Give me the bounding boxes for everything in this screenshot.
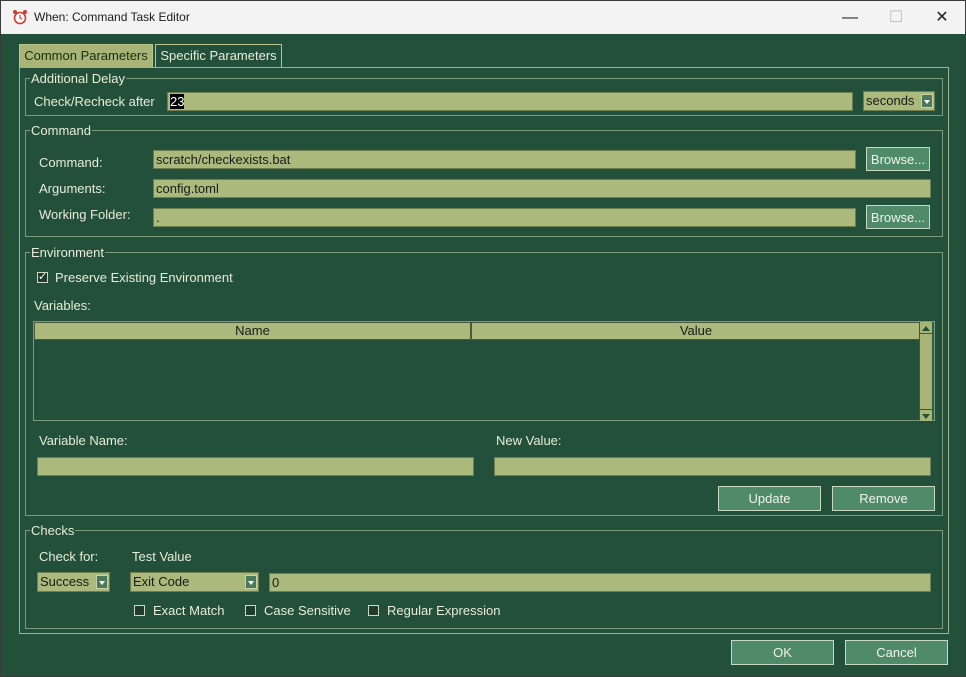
- test-value-label: Test Value: [132, 549, 192, 564]
- variables-table[interactable]: Name Value: [33, 321, 935, 421]
- close-button[interactable]: ✕: [919, 1, 965, 34]
- command-browse-button[interactable]: Browse...: [866, 147, 930, 171]
- regular-expression-checkbox[interactable]: [368, 605, 379, 616]
- cancel-button[interactable]: Cancel: [845, 640, 948, 665]
- test-value-input[interactable]: 0: [269, 573, 931, 592]
- preserve-environment-label: Preserve Existing Environment: [55, 270, 233, 285]
- column-header-name[interactable]: Name: [34, 322, 471, 340]
- arguments-label: Arguments:: [39, 181, 106, 196]
- dialog-window: When: Command Task Editor — ☐ ✕ Common P…: [0, 0, 966, 677]
- check-for-select[interactable]: Success: [37, 572, 110, 592]
- exact-match-label: Exact Match: [153, 603, 225, 618]
- ok-button[interactable]: OK: [731, 640, 834, 665]
- folder-browse-button[interactable]: Browse...: [866, 205, 930, 229]
- maximize-button: ☐: [873, 1, 919, 34]
- delay-unit-value: seconds: [866, 93, 915, 108]
- check-recheck-label: Check/Recheck after: [34, 94, 155, 109]
- case-sensitive-label: Case Sensitive: [264, 603, 351, 618]
- scroll-down-icon[interactable]: [920, 410, 932, 421]
- variables-label: Variables:: [34, 298, 91, 313]
- chevron-down-icon: [921, 94, 933, 108]
- column-header-value[interactable]: Value: [471, 322, 921, 340]
- test-type-select[interactable]: Exit Code: [130, 572, 259, 592]
- check-for-value: Success: [40, 574, 90, 589]
- scroll-up-icon[interactable]: [920, 322, 932, 333]
- case-sensitive-checkbox[interactable]: [245, 605, 256, 616]
- window-title: When: Command Task Editor: [34, 10, 190, 24]
- check-for-label: Check for:: [39, 549, 99, 564]
- command-input[interactable]: scratch/checkexists.bat: [153, 150, 856, 169]
- variable-name-label: Variable Name:: [39, 433, 128, 448]
- checks-legend: Checks: [31, 523, 75, 538]
- working-folder-label: Working Folder:: [39, 207, 131, 222]
- additional-delay-legend: Additional Delay: [31, 71, 125, 86]
- command-label: Command:: [39, 155, 103, 170]
- command-legend: Command: [31, 123, 91, 138]
- preserve-environment-checkbox[interactable]: [37, 270, 48, 283]
- variable-name-input[interactable]: [37, 457, 474, 476]
- tab-specific-parameters[interactable]: Specific Parameters: [155, 44, 282, 68]
- environment-legend: Environment: [31, 245, 104, 260]
- update-button[interactable]: Update: [718, 486, 821, 511]
- test-type-value: Exit Code: [133, 574, 190, 589]
- delay-input[interactable]: 23: [167, 92, 853, 111]
- title-bar[interactable]: When: Command Task Editor — ☐ ✕: [1, 1, 965, 34]
- table-scrollbar[interactable]: [919, 322, 934, 421]
- remove-button[interactable]: Remove: [832, 486, 935, 511]
- maximize-icon: ☐: [888, 9, 904, 26]
- arguments-input[interactable]: config.toml: [153, 179, 931, 198]
- alarm-clock-icon: [13, 10, 27, 25]
- close-icon: ✕: [935, 9, 949, 26]
- minimize-button[interactable]: —: [827, 1, 873, 34]
- exact-match-checkbox[interactable]: [134, 605, 145, 616]
- delay-unit-select[interactable]: seconds: [863, 91, 935, 111]
- chevron-down-icon: [96, 575, 108, 589]
- new-value-label: New Value:: [496, 433, 562, 448]
- minimize-icon: —: [842, 9, 858, 26]
- delay-value: 23: [170, 94, 185, 109]
- tab-common-parameters[interactable]: Common Parameters: [19, 44, 153, 68]
- new-value-input[interactable]: [494, 457, 931, 476]
- scrollbar-thumb[interactable]: [920, 334, 932, 409]
- regular-expression-label: Regular Expression: [387, 603, 501, 618]
- working-folder-input[interactable]: .: [153, 208, 856, 227]
- chevron-down-icon: [245, 575, 257, 589]
